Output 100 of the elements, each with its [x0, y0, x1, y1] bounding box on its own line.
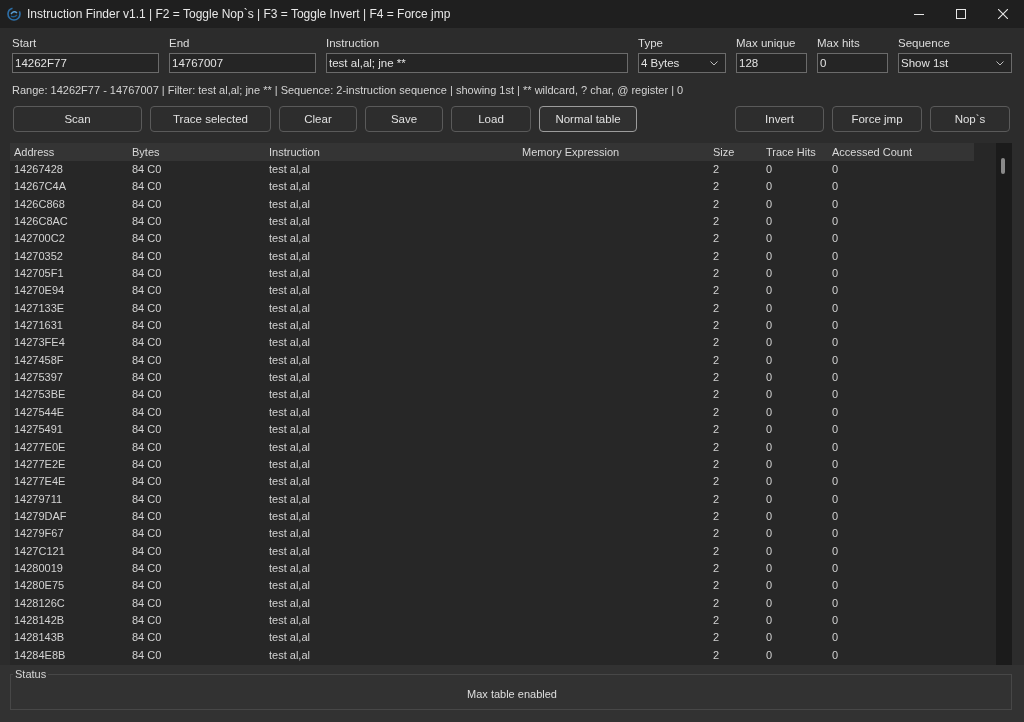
- input-field[interactable]: 0: [817, 53, 888, 73]
- column-header[interactable]: Trace Hits: [762, 143, 828, 161]
- size-cell-text: 2: [712, 335, 721, 351]
- input-field[interactable]: 14767007: [169, 53, 316, 73]
- scrollbar[interactable]: [996, 143, 1012, 665]
- dropdown[interactable]: Show 1st: [898, 53, 1012, 73]
- bytes-cell-text: 84 C0: [131, 439, 163, 455]
- trace-hits-cell-text: 0: [765, 404, 774, 420]
- toolbar-button[interactable]: Load: [451, 106, 531, 132]
- trace-hits-cell-text: 0: [765, 248, 774, 264]
- instruction-cell-text: test al,al: [268, 300, 311, 316]
- trace-hits-cell-text: 0: [765, 456, 774, 472]
- trace-hits-cell-text: 0: [765, 387, 774, 403]
- size-cell-text: 2: [712, 352, 721, 368]
- bytes-cell-text: 84 C0: [131, 560, 163, 576]
- size-cell-text: 2: [712, 266, 721, 282]
- bytes-cell-text: 84 C0: [131, 248, 163, 264]
- accessed-count-cell-text: 0: [831, 248, 840, 264]
- address-cell-text: 14277E0E: [13, 439, 67, 455]
- instruction-cell-text: test al,al: [268, 335, 311, 351]
- toolbar-button[interactable]: Save: [365, 106, 443, 132]
- input-field[interactable]: 14262F77: [12, 53, 159, 73]
- instruction-cell-text: test al,al: [268, 352, 311, 368]
- bytes-cell-text: 84 C0: [131, 387, 163, 403]
- trace-hits-cell-text: 0: [765, 196, 774, 212]
- toolbar-button[interactable]: Nop`s: [930, 106, 1010, 132]
- toolbar-button[interactable]: Scan: [13, 106, 142, 132]
- instruction-cell-text: test al,al: [268, 630, 311, 646]
- bytes-cell-text: 84 C0: [131, 162, 163, 177]
- address-cell-text: 14277E2E: [13, 456, 67, 472]
- size-cell-text: 2: [712, 179, 721, 195]
- column-header[interactable]: Bytes: [128, 143, 265, 161]
- accessed-count-cell-text: 0: [831, 595, 840, 611]
- accessed-count-cell-text: 0: [831, 630, 840, 646]
- field-label: Max unique: [736, 36, 797, 50]
- bytes-cell-text: 84 C0: [131, 266, 163, 282]
- address-cell-text: 1427544E: [13, 404, 66, 420]
- toolbar-button[interactable]: Trace selected: [150, 106, 271, 132]
- chevron-down-icon: [710, 60, 718, 66]
- status-message: Max table enabled: [466, 687, 558, 702]
- accessed-count-cell-text: 0: [831, 162, 840, 177]
- bytes-cell-text: 84 C0: [131, 612, 163, 628]
- accessed-count-cell-text: 0: [831, 578, 840, 594]
- accessed-count-cell-text: 0: [831, 300, 840, 316]
- bytes-cell-text: 84 C0: [131, 300, 163, 316]
- instruction-cell-text: test al,al: [268, 162, 311, 177]
- size-cell-text: 2: [712, 318, 721, 334]
- app-logo-icon: [7, 7, 21, 21]
- instruction-cell-text: test al,al: [268, 422, 311, 438]
- bytes-cell-text: 84 C0: [131, 491, 163, 507]
- column-header[interactable]: Accessed Count: [828, 143, 974, 161]
- instruction-cell-text: test al,al: [268, 370, 311, 386]
- accessed-count-cell-text: 0: [831, 526, 840, 542]
- toolbar-button[interactable]: Invert: [735, 106, 824, 132]
- address-cell-text: 1428142B: [13, 612, 66, 628]
- bytes-cell-text: 84 C0: [131, 352, 163, 368]
- bytes-cell-text: 84 C0: [131, 318, 163, 334]
- column-header[interactable]: Instruction: [265, 143, 518, 161]
- accessed-count-cell-text: 0: [831, 196, 840, 212]
- bytes-cell-text: 84 C0: [131, 335, 163, 351]
- instruction-cell-text: test al,al: [268, 231, 311, 247]
- size-cell-text: 2: [712, 300, 721, 316]
- trace-hits-cell-text: 0: [765, 474, 774, 490]
- bytes-cell-text: 84 C0: [131, 179, 163, 195]
- column-header[interactable]: Memory Expression: [518, 143, 709, 161]
- instruction-cell-text: test al,al: [268, 578, 311, 594]
- size-cell-text: 2: [712, 630, 721, 646]
- accessed-count-cell-text: 0: [831, 456, 840, 472]
- toolbar-button[interactable]: Normal table: [539, 106, 637, 132]
- address-cell-text: 1428126C: [13, 595, 66, 611]
- dropdown[interactable]: 4 Bytes: [638, 53, 726, 73]
- accessed-count-cell-text: 0: [831, 543, 840, 559]
- trace-hits-cell-text: 0: [765, 560, 774, 576]
- address-cell-text: 14280019: [13, 560, 64, 576]
- column-header[interactable]: Size: [709, 143, 762, 161]
- toolbar-button[interactable]: Force jmp: [832, 106, 922, 132]
- size-cell-text: 2: [712, 612, 721, 628]
- address-cell-text: 1426C868: [13, 196, 66, 212]
- accessed-count-cell-text: 0: [831, 370, 840, 386]
- size-cell-text: 2: [712, 387, 721, 403]
- address-cell-text: 14273FE4: [13, 335, 66, 351]
- accessed-count-cell-text: 0: [831, 647, 840, 663]
- accessed-count-cell-text: 0: [831, 422, 840, 438]
- input-field[interactable]: test al,al; jne **: [326, 53, 628, 73]
- trace-hits-cell-text: 0: [765, 439, 774, 455]
- scrollbar-thumb[interactable]: [1001, 158, 1005, 174]
- size-cell-text: 2: [712, 647, 721, 663]
- bytes-cell-text: 84 C0: [131, 595, 163, 611]
- column-header[interactable]: Address: [10, 143, 128, 161]
- bytes-cell-text: 84 C0: [131, 456, 163, 472]
- address-cell-text: 1428143B: [13, 630, 66, 646]
- toolbar-button[interactable]: Clear: [279, 106, 357, 132]
- bytes-cell-text: 84 C0: [131, 630, 163, 646]
- size-cell-text: 2: [712, 196, 721, 212]
- trace-hits-cell-text: 0: [765, 543, 774, 559]
- address-cell-text: 142700C2: [13, 231, 66, 247]
- input-field[interactable]: 128: [736, 53, 807, 73]
- accessed-count-cell-text: 0: [831, 231, 840, 247]
- trace-hits-cell-text: 0: [765, 647, 774, 663]
- instruction-cell-text: test al,al: [268, 508, 311, 524]
